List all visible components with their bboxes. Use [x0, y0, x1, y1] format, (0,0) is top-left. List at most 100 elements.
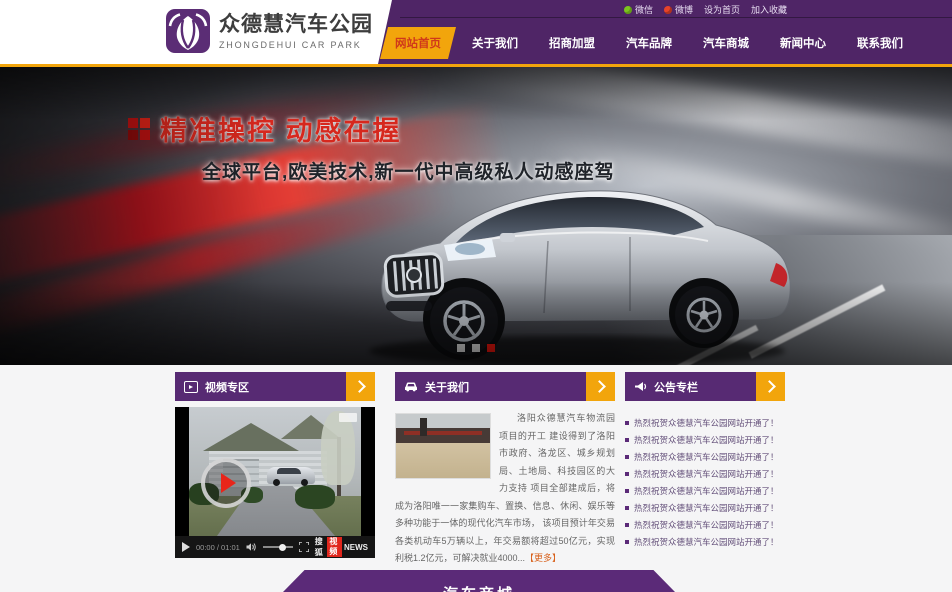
play-button[interactable] [182, 542, 190, 552]
news-label: NEWS [344, 543, 368, 552]
set-home-label: 设为首页 [704, 3, 740, 16]
wechat-icon [624, 6, 632, 14]
about-photo [395, 413, 491, 479]
bullet-icon [625, 438, 629, 442]
video-watermark [339, 413, 357, 422]
car-wheel [301, 479, 308, 486]
topbar-links: 微信 微博 设为首页 加入收藏 [624, 3, 787, 16]
site-subtitle: ZHONGDEHUI CAR PARK [219, 40, 373, 50]
about-section-title: 关于我们 [425, 379, 469, 395]
header: 微信 微博 设为首页 加入收藏 众德慧汽车公园 [0, 0, 952, 64]
photo-statue [420, 418, 427, 436]
notice-text: 热烈祝贺众德慧汽车公园网站开通了！ [634, 502, 779, 514]
video-section-header: 视频专区 [175, 372, 375, 401]
bullet-icon [625, 523, 629, 527]
about-more-button[interactable] [586, 372, 615, 401]
video-section-title: 视频专区 [205, 379, 249, 395]
banner-dot-1[interactable] [457, 344, 465, 352]
notice-more-button[interactable] [756, 372, 785, 401]
bullet-icon [625, 421, 629, 425]
nav-item-join[interactable]: 招商加盟 [538, 27, 606, 59]
notice-item[interactable]: 热烈祝贺众德慧汽车公园网站开通了！ [625, 448, 785, 465]
video-label: 视频 [327, 537, 342, 557]
megaphone-icon [634, 381, 647, 393]
section-ribbon: 汽车商城 [283, 570, 675, 592]
volume-icon[interactable] [246, 542, 257, 552]
nav-label: 关于我们 [472, 38, 518, 50]
notice-text: 热烈祝贺众德慧汽车公园网站开通了！ [634, 519, 779, 531]
car-window [277, 468, 301, 474]
photo-sky [396, 414, 490, 428]
sohu-label: 搜狐 [315, 536, 326, 558]
logo[interactable]: 众德慧汽车公园 ZHONGDEHUI CAR PARK [166, 9, 373, 53]
video-controls: 00:00 / 01:01 搜狐 视频 NEWS [175, 536, 375, 558]
main-nav: 网站首页 关于我们 招商加盟 汽车品牌 汽车商城 新闻中心 联系我们 [384, 22, 923, 64]
video-more-button[interactable] [346, 372, 375, 401]
hero-banner: 精准操控 动感在握 全球平台,欧美技术,新一代中高级私人动感座驾 [0, 67, 952, 365]
wechat-link[interactable]: 微信 [624, 3, 653, 16]
fullscreen-icon[interactable] [299, 542, 309, 552]
notice-item[interactable]: 热烈祝贺众德慧汽车公园网站开通了！ [625, 482, 785, 499]
video-icon [184, 381, 198, 393]
video-player: 00:00 / 01:01 搜狐 视频 NEWS [175, 407, 375, 558]
page: 微信 微博 设为首页 加入收藏 众德慧汽车公园 [0, 0, 952, 592]
weibo-link[interactable]: 微博 [664, 3, 693, 16]
video-time: 00:00 / 01:01 [196, 543, 240, 552]
notice-item[interactable]: 热烈祝贺众德慧汽车公园网站开通了！ [625, 465, 785, 482]
set-home-link[interactable]: 设为首页 [704, 3, 740, 16]
nav-item-brands[interactable]: 汽车品牌 [615, 27, 683, 59]
notice-item[interactable]: 热烈祝贺众德慧汽车公园网站开通了！ [625, 499, 785, 516]
nav-label: 招商加盟 [549, 38, 595, 50]
bullet-icon [625, 489, 629, 493]
weibo-icon [664, 6, 672, 14]
about-section-header: 关于我们 [395, 372, 615, 401]
banner-text: 精准操控 动感在握 全球平台,欧美技术,新一代中高级私人动感座驾 [128, 109, 615, 184]
notice-item[interactable]: 热烈祝贺众德慧汽车公园网站开通了！ [625, 516, 785, 533]
slider-knob[interactable] [279, 544, 286, 551]
hedge [295, 485, 335, 509]
banner-headline: 精准操控 动感在握 [160, 109, 402, 148]
banner-pagination [457, 344, 495, 352]
play-triangle-icon [221, 473, 236, 493]
notice-text: 热烈祝贺众德慧汽车公园网站开通了！ [634, 468, 779, 480]
chevron-right-icon [353, 380, 366, 393]
video-frame[interactable] [189, 407, 361, 536]
notice-text: 热烈祝贺众德慧汽车公园网站开通了！ [634, 417, 779, 429]
photo-building-sign [404, 431, 482, 435]
bullet-icon [625, 472, 629, 476]
logo-text: 众德慧汽车公园 ZHONGDEHUI CAR PARK [219, 12, 373, 49]
nav-item-mall[interactable]: 汽车商城 [692, 27, 760, 59]
nav-item-home[interactable]: 网站首页 [384, 27, 452, 59]
ribbon-title: 汽车商城 [283, 583, 675, 592]
bullet-icon [625, 506, 629, 510]
notice-list: 热烈祝贺众德慧汽车公园网站开通了！ 热烈祝贺众德慧汽车公园网站开通了！ 热烈祝贺… [625, 414, 785, 550]
volume-slider[interactable] [263, 546, 293, 548]
site-title: 众德慧汽车公园 [219, 12, 373, 37]
notice-item[interactable]: 热烈祝贺众德慧汽车公园网站开通了！ [625, 431, 785, 448]
nav-item-about[interactable]: 关于我们 [461, 27, 529, 59]
big-play-button[interactable] [201, 458, 251, 508]
weibo-label: 微博 [675, 3, 693, 16]
banner-dot-3[interactable] [487, 344, 495, 352]
tree [321, 411, 355, 485]
nav-label: 汽车商城 [703, 38, 749, 50]
banner-dot-2[interactable] [472, 344, 480, 352]
chevron-right-icon [593, 380, 606, 393]
nav-label: 新闻中心 [780, 38, 826, 50]
nav-item-news[interactable]: 新闻中心 [769, 27, 837, 59]
about-content: 洛阳众德慧汽车物流园项目的开工 建设得到了洛阳市政府、洛龙区、城乡规划局、土地局… [395, 410, 615, 568]
red-squares-icon [128, 118, 150, 140]
nav-label: 联系我们 [857, 38, 903, 50]
sohu-video-logo: 搜狐 视频 NEWS [315, 536, 368, 558]
notice-text: 热烈祝贺众德慧汽车公园网站开通了！ [634, 451, 779, 463]
logo-icon [166, 9, 210, 53]
bullet-icon [625, 540, 629, 544]
notice-item[interactable]: 热烈祝贺众德慧汽车公园网站开通了！ [625, 414, 785, 431]
car-icon [404, 381, 418, 392]
nav-item-contact[interactable]: 联系我们 [846, 27, 914, 59]
wechat-label: 微信 [635, 3, 653, 16]
more-link[interactable]: 【更多】 [525, 553, 561, 563]
add-favorite-link[interactable]: 加入收藏 [751, 3, 787, 16]
chevron-right-icon [763, 380, 776, 393]
notice-item[interactable]: 热烈祝贺众德慧汽车公园网站开通了！ [625, 533, 785, 550]
